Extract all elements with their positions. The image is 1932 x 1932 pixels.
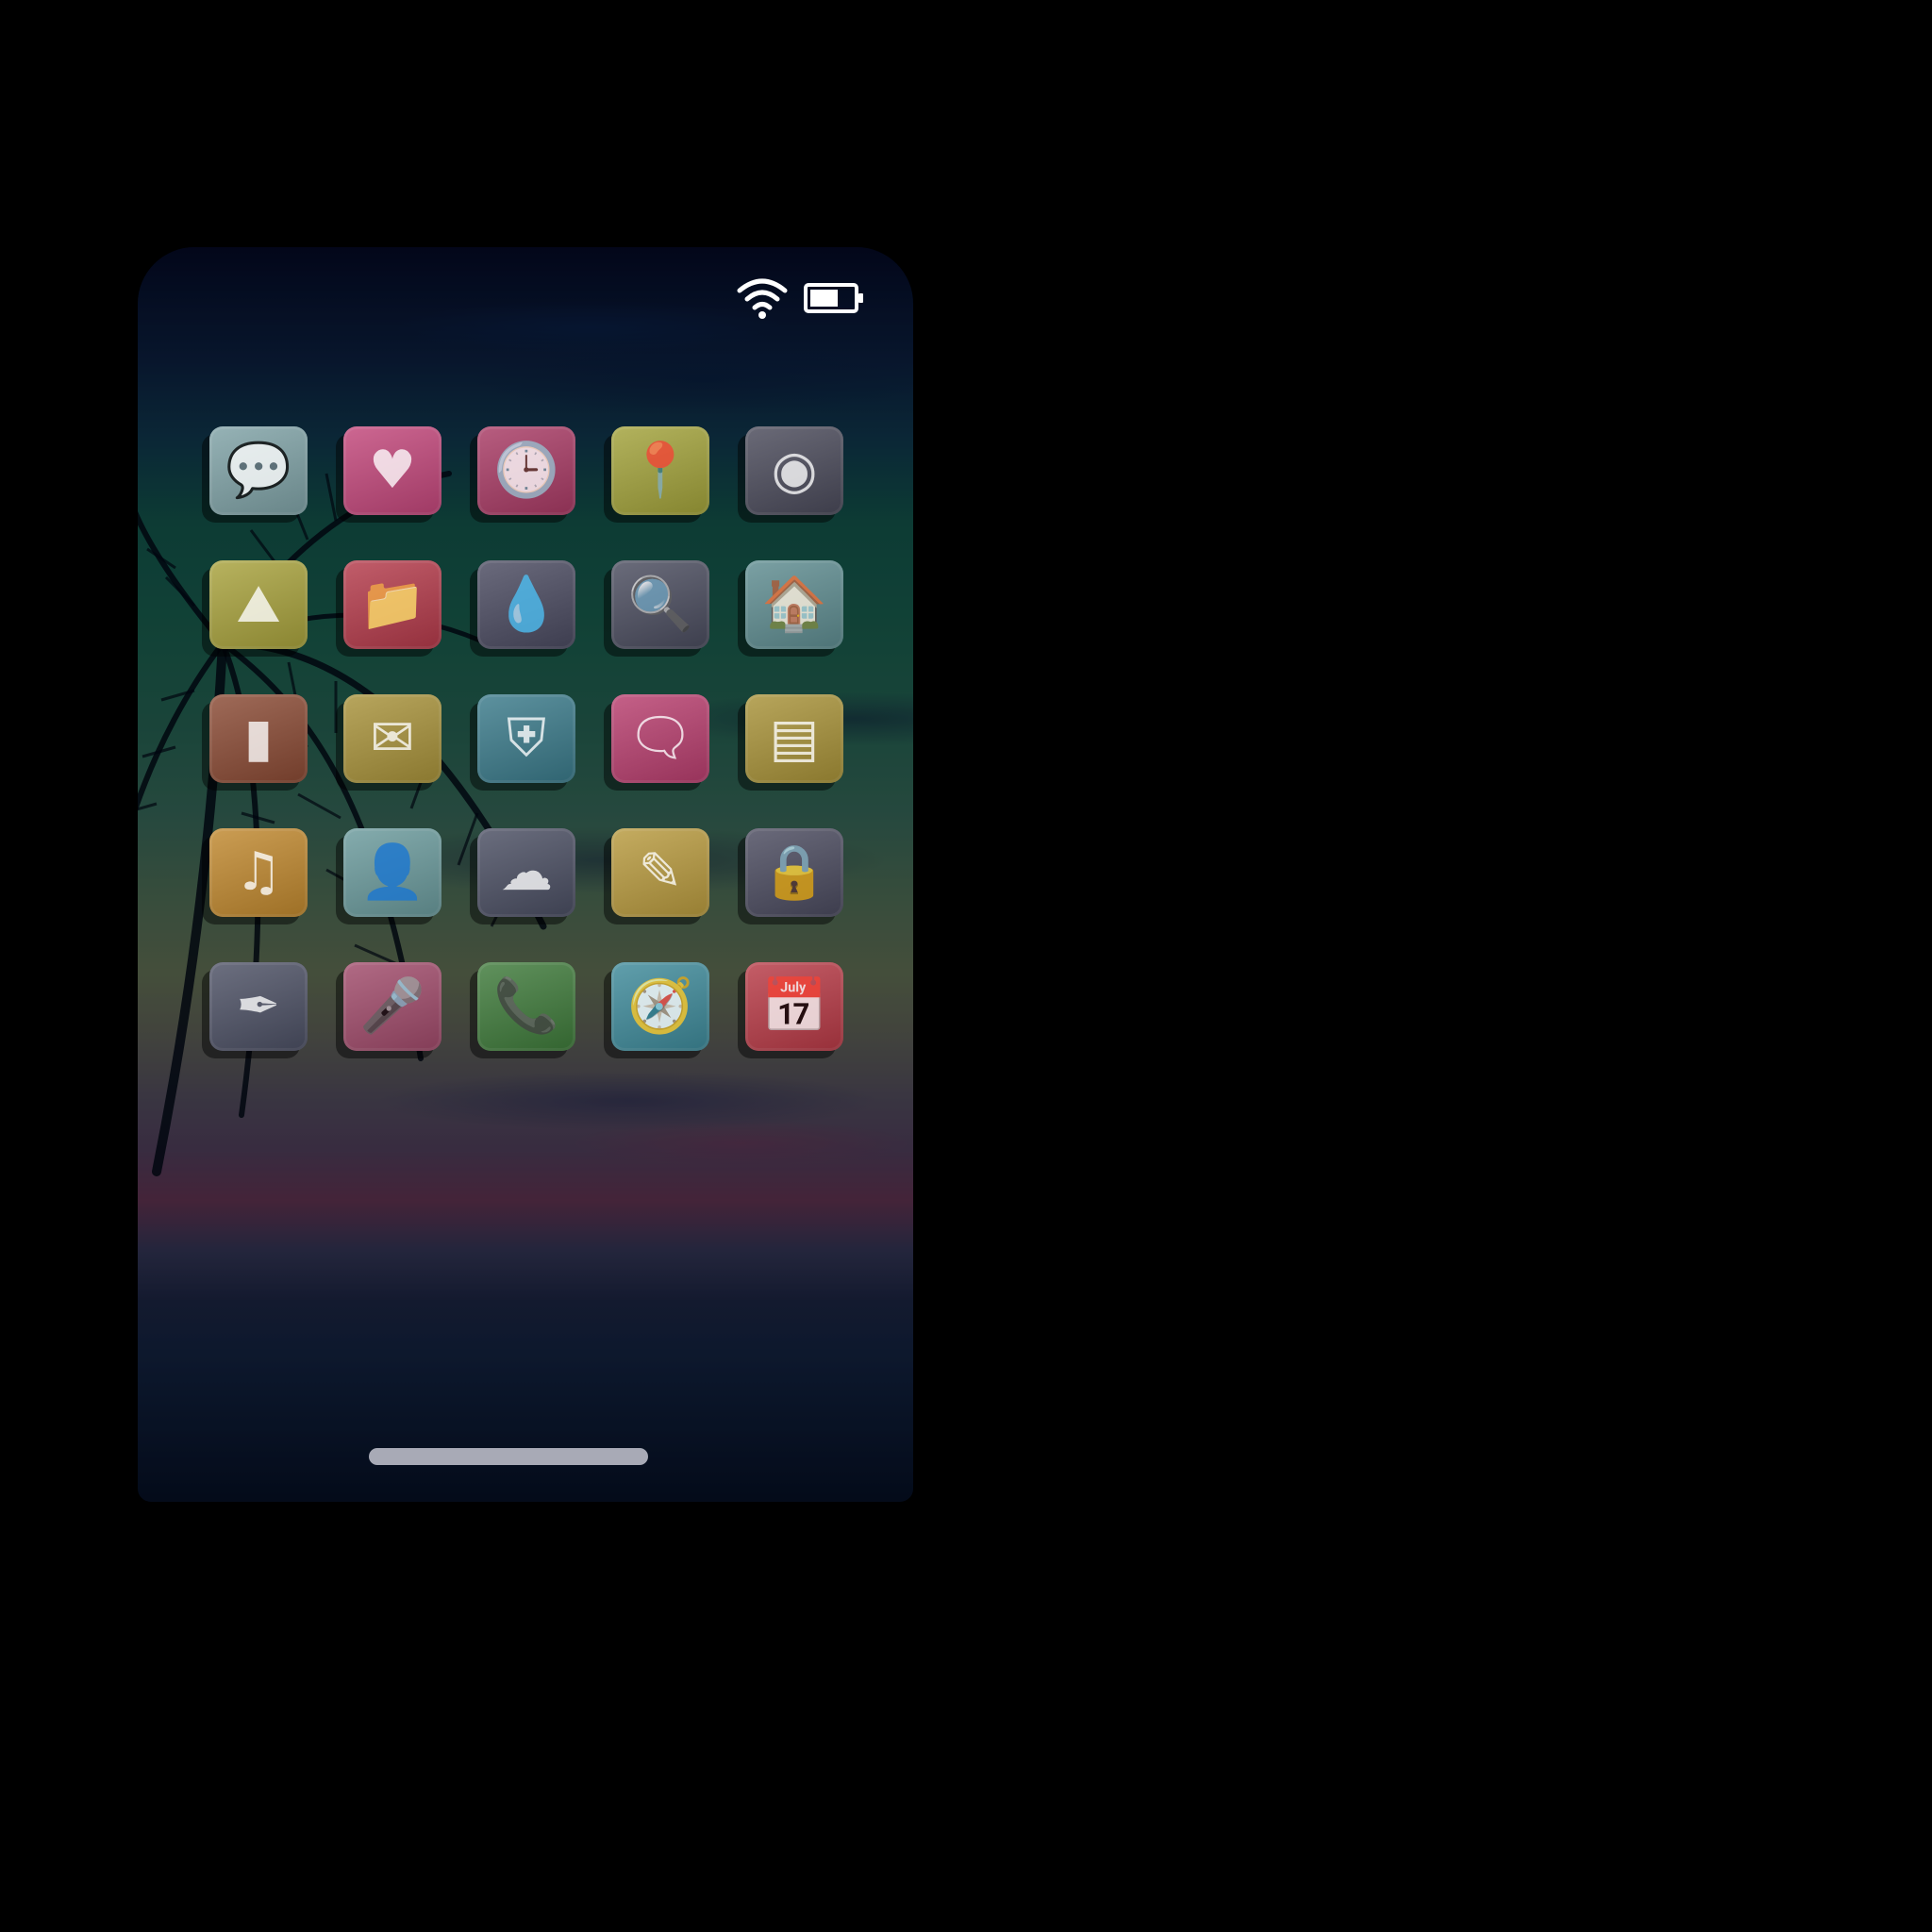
app-icon-contacts[interactable]: 👤 [343,828,441,917]
status-bar [736,275,864,321]
clock-icon: 🕒 [493,440,559,501]
app-icon-lock[interactable]: 🔒 [745,828,843,917]
app-icon-home[interactable]: 🏠 [745,560,843,649]
app-icon-camera[interactable]: ◉ [745,426,843,515]
app-icon-compass[interactable]: 🧭 [611,962,709,1051]
folder-icon: 📁 [359,574,425,635]
battery-icon [804,282,864,314]
map-pin-icon: 📍 [627,440,693,501]
app-icon-shield[interactable]: ⛨ [477,694,575,783]
app-icon-heart[interactable]: ♥ [343,426,441,515]
app-icon-messages[interactable]: 🗨 [611,694,709,783]
house-icon: 🏠 [761,574,827,635]
app-icon-weather[interactable]: ☁ [477,828,575,917]
app-icon-chat-bubble[interactable]: 💬 [209,426,308,515]
lock-icon: 🔒 [761,841,827,903]
app-icon-music[interactable]: ♫ [209,828,308,917]
app-icon-map-pin[interactable]: 📍 [611,426,709,515]
home-screen: 💬 ♥ 🕒 📍 ◉ ⛰ 📁 💧 🔍 🏠 ▮ ✉ ⛨ 🗨 ▤ ♫ 👤 ☁ ✎ 🔒 ✒ 🎤 📞 🧭 📅 [138,247,913,1502]
mountain-photo-icon: ⛰ [236,574,281,635]
app-icon-files[interactable]: 📁 [343,560,441,649]
cloud-icon: ☁ [500,841,553,903]
music-note-icon: ♫ [234,841,283,903]
app-icon-pen[interactable]: ✒ [209,962,308,1051]
compass-icon: 🧭 [627,975,693,1037]
app-icon-search[interactable]: 🔍 [611,560,709,649]
app-icon-grid: 💬 ♥ 🕒 📍 ◉ ⛰ 📁 💧 🔍 🏠 ▮ ✉ ⛨ 🗨 ▤ ♫ 👤 ☁ ✎ 🔒 ✒ 🎤 📞 🧭 📅 [209,426,843,1051]
app-icon-photos[interactable]: ⛰ [209,560,308,649]
app-icon-clock[interactable]: 🕒 [477,426,575,515]
window-icon: ▤ [769,708,820,769]
wifi-icon [736,275,789,321]
calendar-icon: 📅 [761,975,827,1037]
shield-icon: ⛨ [507,708,546,769]
envelope-icon: ✉ [370,708,415,769]
heart-icon: ♥ [368,440,417,501]
app-icon-notes[interactable]: ✎ [611,828,709,917]
message-card-icon: 🗨 [626,708,694,769]
telephone-icon: 📞 [493,975,559,1037]
home-indicator-bar[interactable] [369,1448,648,1465]
chat-bubble-icon: 💬 [225,440,291,501]
app-icon-phone-device[interactable]: ▮ [209,694,308,783]
magnifier-icon: 🔍 [627,574,693,635]
person-icon: 👤 [359,841,425,903]
app-icon-calendar[interactable]: 📅 [745,962,843,1051]
app-icon-drop[interactable]: 💧 [477,560,575,649]
app-icon-mail[interactable]: ✉ [343,694,441,783]
camera-lens-icon: ◉ [771,440,818,501]
feather-pen-icon: ✒ [236,975,281,1037]
app-icon-call[interactable]: 📞 [477,962,575,1051]
microphone-icon: 🎤 [359,975,425,1037]
app-icon-browser[interactable]: ▤ [745,694,843,783]
app-icon-mic[interactable]: 🎤 [343,962,441,1051]
phone-device-icon: ▮ [243,708,274,769]
note-icon: ✎ [638,841,683,903]
water-drop-icon: 💧 [493,574,559,635]
